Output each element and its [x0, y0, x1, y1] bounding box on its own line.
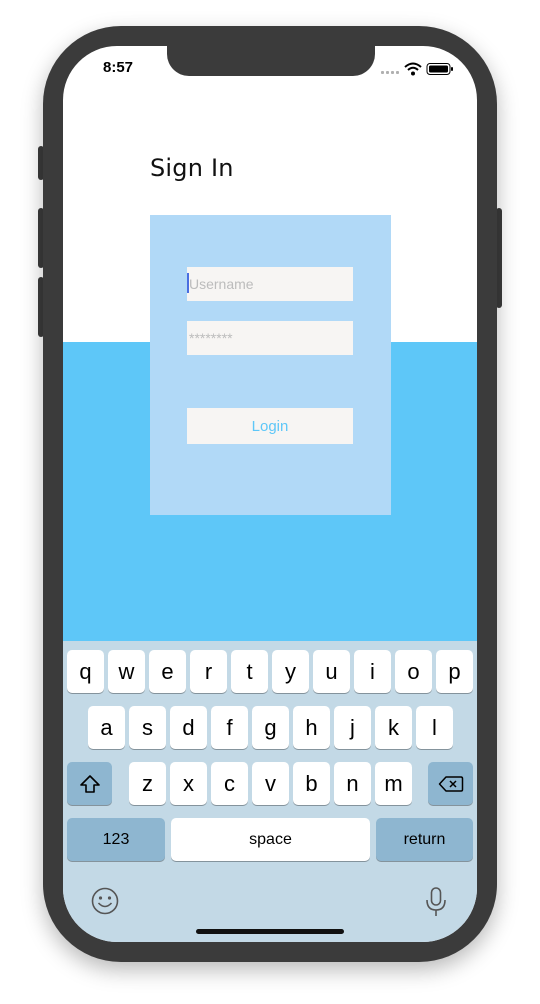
return-key[interactable]: return	[376, 818, 473, 861]
key-e[interactable]: e	[149, 650, 186, 693]
status-time: 8:57	[103, 59, 134, 76]
key-h[interactable]: h	[293, 706, 330, 749]
key-k[interactable]: k	[375, 706, 412, 749]
dictation-button[interactable]	[423, 886, 449, 918]
key-z[interactable]: z	[129, 762, 166, 805]
key-c[interactable]: c	[211, 762, 248, 805]
delete-icon	[438, 775, 463, 792]
key-f[interactable]: f	[211, 706, 248, 749]
login-card: Login	[150, 215, 391, 515]
key-m[interactable]: m	[375, 762, 412, 805]
key-l[interactable]: l	[416, 706, 453, 749]
key-u[interactable]: u	[313, 650, 350, 693]
home-indicator[interactable]	[196, 929, 344, 934]
key-p[interactable]: p	[436, 650, 473, 693]
shift-icon	[79, 774, 100, 793]
key-a[interactable]: a	[88, 706, 125, 749]
delete-key[interactable]	[428, 762, 473, 805]
key-s[interactable]: s	[129, 706, 166, 749]
key-v[interactable]: v	[252, 762, 289, 805]
emoji-icon	[91, 887, 119, 915]
key-y[interactable]: y	[272, 650, 309, 693]
emoji-button[interactable]	[90, 886, 120, 916]
text-cursor	[187, 273, 189, 293]
key-x[interactable]: x	[170, 762, 207, 805]
status-icons	[381, 62, 455, 76]
key-d[interactable]: d	[170, 706, 207, 749]
login-button[interactable]: Login	[187, 408, 353, 444]
key-i[interactable]: i	[354, 650, 391, 693]
key-g[interactable]: g	[252, 706, 289, 749]
keyboard: q w e r t y u i o p a s d f g h j k l z …	[63, 641, 477, 942]
page-title: Sign In	[150, 154, 234, 182]
notch	[167, 46, 375, 76]
signal-icon	[381, 71, 399, 74]
wifi-icon	[404, 62, 422, 76]
numbers-key[interactable]: 123	[67, 818, 165, 861]
key-n[interactable]: n	[334, 762, 371, 805]
key-b[interactable]: b	[293, 762, 330, 805]
screen: 8:57 Sign In Login	[63, 46, 477, 942]
microphone-icon	[426, 887, 446, 916]
key-w[interactable]: w	[108, 650, 145, 693]
battery-icon	[426, 63, 453, 75]
username-input[interactable]	[187, 267, 353, 301]
password-input[interactable]	[187, 321, 353, 355]
space-key[interactable]: space	[171, 818, 370, 861]
key-j[interactable]: j	[334, 706, 371, 749]
shift-key[interactable]	[67, 762, 112, 805]
key-t[interactable]: t	[231, 650, 268, 693]
key-q[interactable]: q	[67, 650, 104, 693]
key-o[interactable]: o	[395, 650, 432, 693]
key-r[interactable]: r	[190, 650, 227, 693]
